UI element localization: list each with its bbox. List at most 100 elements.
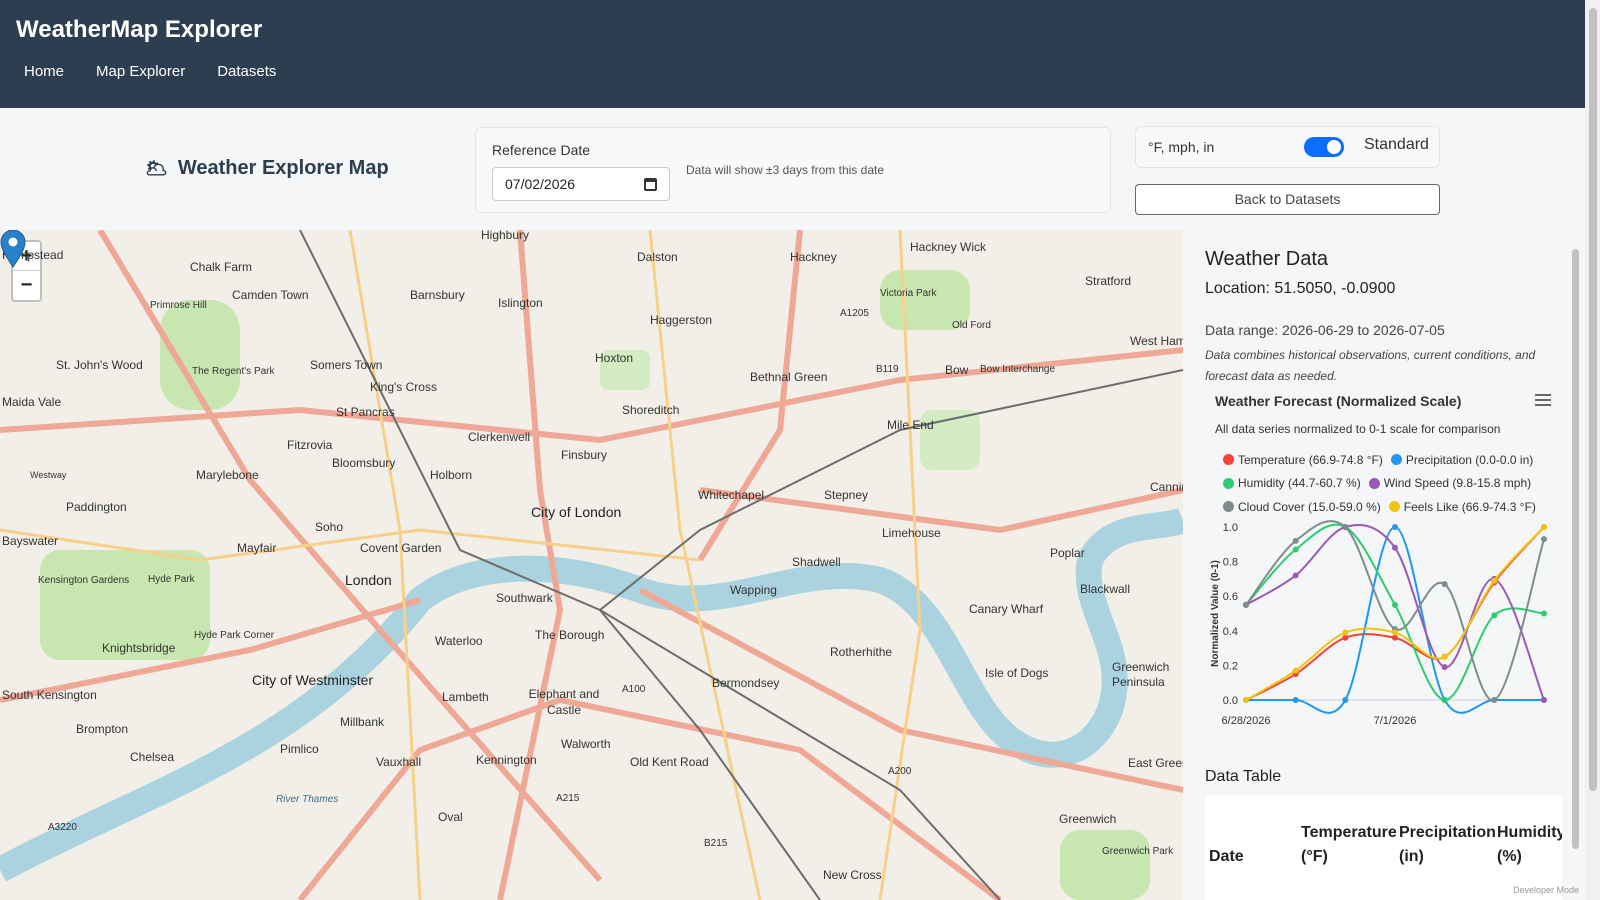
reference-date-input[interactable]: 07/02/2026	[492, 167, 670, 201]
panel-scrollbar[interactable]	[1571, 235, 1581, 900]
toggle-knob	[1327, 140, 1341, 154]
nav-map-explorer[interactable]: Map Explorer	[96, 63, 185, 80]
y-tick-label: 0.2	[1223, 660, 1238, 672]
data-table: Date Temperature (°F) Precipitation (in)…	[1205, 795, 1562, 900]
map-label: Finsbury	[561, 448, 608, 462]
map-label: Haggerston	[650, 313, 713, 327]
map-label: West Ham	[1130, 334, 1183, 348]
map-label: Blackwall	[1080, 582, 1131, 596]
data-point	[1292, 697, 1299, 703]
map-label: Victoria Park	[880, 288, 937, 299]
map-label: Mile End	[887, 418, 934, 432]
map-label: Pimlico	[280, 742, 319, 756]
map-label: Brompton	[76, 722, 129, 736]
zoom-out-button[interactable]: −	[13, 271, 40, 300]
map-label: Hyde Park Corner	[194, 630, 275, 641]
map-label: Mayfair	[237, 541, 277, 555]
table-header-date[interactable]: Date	[1209, 845, 1244, 869]
map-label: Millbank	[340, 715, 385, 729]
map-label: Covent Garden	[360, 541, 442, 555]
map-label: Bayswater	[2, 534, 59, 548]
developer-mode-label: Developer Mode	[1513, 885, 1580, 895]
map-label: Lambeth	[442, 690, 489, 704]
data-point	[1392, 634, 1398, 641]
data-point	[1243, 601, 1249, 608]
map-label: Old Ford	[952, 320, 991, 331]
data-point	[1491, 577, 1498, 584]
table-header-temperature[interactable]: Temperature (°F)	[1301, 821, 1397, 869]
calendar-icon[interactable]	[644, 177, 657, 191]
window-scrollbar-thumb[interactable]	[1589, 8, 1597, 791]
map-label: Soho	[315, 520, 344, 534]
location-text: Location: 51.5050, -0.0900	[1205, 280, 1396, 297]
units-toggle[interactable]	[1304, 137, 1344, 157]
table-header-humidity[interactable]: Humidity (%)	[1497, 821, 1562, 869]
nav-home[interactable]: Home	[24, 63, 64, 80]
map-label: Greenwich	[1059, 812, 1117, 826]
data-point	[1491, 612, 1498, 619]
map-label: Bethnal Green	[750, 370, 828, 384]
map-label: Walworth	[561, 737, 611, 751]
map-label: King's Cross	[370, 380, 437, 394]
map-label: Fitzrovia	[287, 438, 333, 452]
map-label: A215	[556, 793, 580, 804]
panel-scrollbar-thumb[interactable]	[1572, 249, 1579, 849]
nav-datasets[interactable]: Datasets	[217, 63, 276, 80]
map-label: The Regent's Park	[192, 366, 275, 377]
map-label: Chelsea	[130, 750, 175, 764]
map-label: Maida Vale	[2, 395, 62, 409]
map-label: Poplar	[1050, 546, 1085, 560]
y-tick-label: 0.8	[1223, 557, 1238, 569]
data-point	[1441, 653, 1448, 660]
map-label: Isle of Dogs	[985, 666, 1049, 680]
map-label: Islington	[498, 296, 543, 310]
map-label: Chalk Farm	[190, 260, 253, 274]
map-view[interactable]: + − Highbury Dalston Hackney Hackney Wic…	[0, 230, 1183, 900]
data-point	[1491, 697, 1498, 703]
map-label: Canning Town	[1150, 480, 1183, 494]
map-label: B119	[876, 364, 899, 375]
map-label: East Greenwich	[1128, 756, 1183, 770]
map-label: Wapping	[730, 583, 777, 597]
map-label: Shoreditch	[622, 403, 680, 417]
data-point	[1292, 572, 1299, 579]
map-label: Dalston	[637, 250, 678, 264]
map-label: Paddington	[66, 500, 127, 514]
data-point	[1342, 634, 1349, 641]
table-header-precipitation[interactable]: Precipitation (in)	[1399, 821, 1496, 869]
units-toggle-label: Standard	[1364, 136, 1429, 153]
map-label: Whitechapel	[698, 488, 765, 502]
page-title: 🌥 Weather Explorer Map	[145, 157, 389, 180]
data-point	[1342, 524, 1349, 530]
location-pin-icon[interactable]	[0, 230, 26, 268]
map-label: Vauxhall	[376, 755, 422, 769]
map-label: Highbury	[481, 230, 530, 242]
map-label: Southwark	[496, 591, 553, 605]
map-label: A200	[888, 766, 912, 777]
main-nav: Home Map Explorer Datasets	[24, 63, 276, 80]
back-to-datasets-button[interactable]: Back to Datasets	[1135, 184, 1440, 215]
data-point	[1243, 697, 1249, 703]
map-label: Greenwich Park	[1102, 846, 1174, 857]
app-title[interactable]: WeatherMap Explorer	[16, 16, 262, 44]
data-point	[1392, 544, 1398, 551]
data-point	[1292, 537, 1299, 544]
map-label: City of Westminster	[252, 672, 374, 688]
x-tick-label: 7/1/2026	[1374, 715, 1417, 727]
data-point	[1342, 697, 1349, 703]
map-label: Canary Wharf	[969, 602, 1044, 616]
map-label: Holborn	[430, 468, 473, 482]
map-label: Hyde Park	[148, 574, 195, 585]
map-label: St Pancras	[336, 405, 395, 419]
units-card: °F, mph, in Standard	[1135, 126, 1440, 168]
window-scrollbar[interactable]	[1585, 0, 1600, 900]
page-title-text: Weather Explorer Map	[177, 157, 389, 179]
weather-panel: Weather Data Location: 51.5050, -0.0900 …	[1190, 230, 1562, 900]
map-label: Knightsbridge	[102, 641, 176, 655]
map-label: Oval	[438, 810, 463, 824]
map-label: A100	[622, 684, 646, 695]
map-label: Hackney Wick	[910, 240, 987, 254]
map-label: Stepney	[824, 488, 869, 502]
data-point	[1392, 524, 1398, 530]
map-tiles	[0, 230, 1183, 900]
